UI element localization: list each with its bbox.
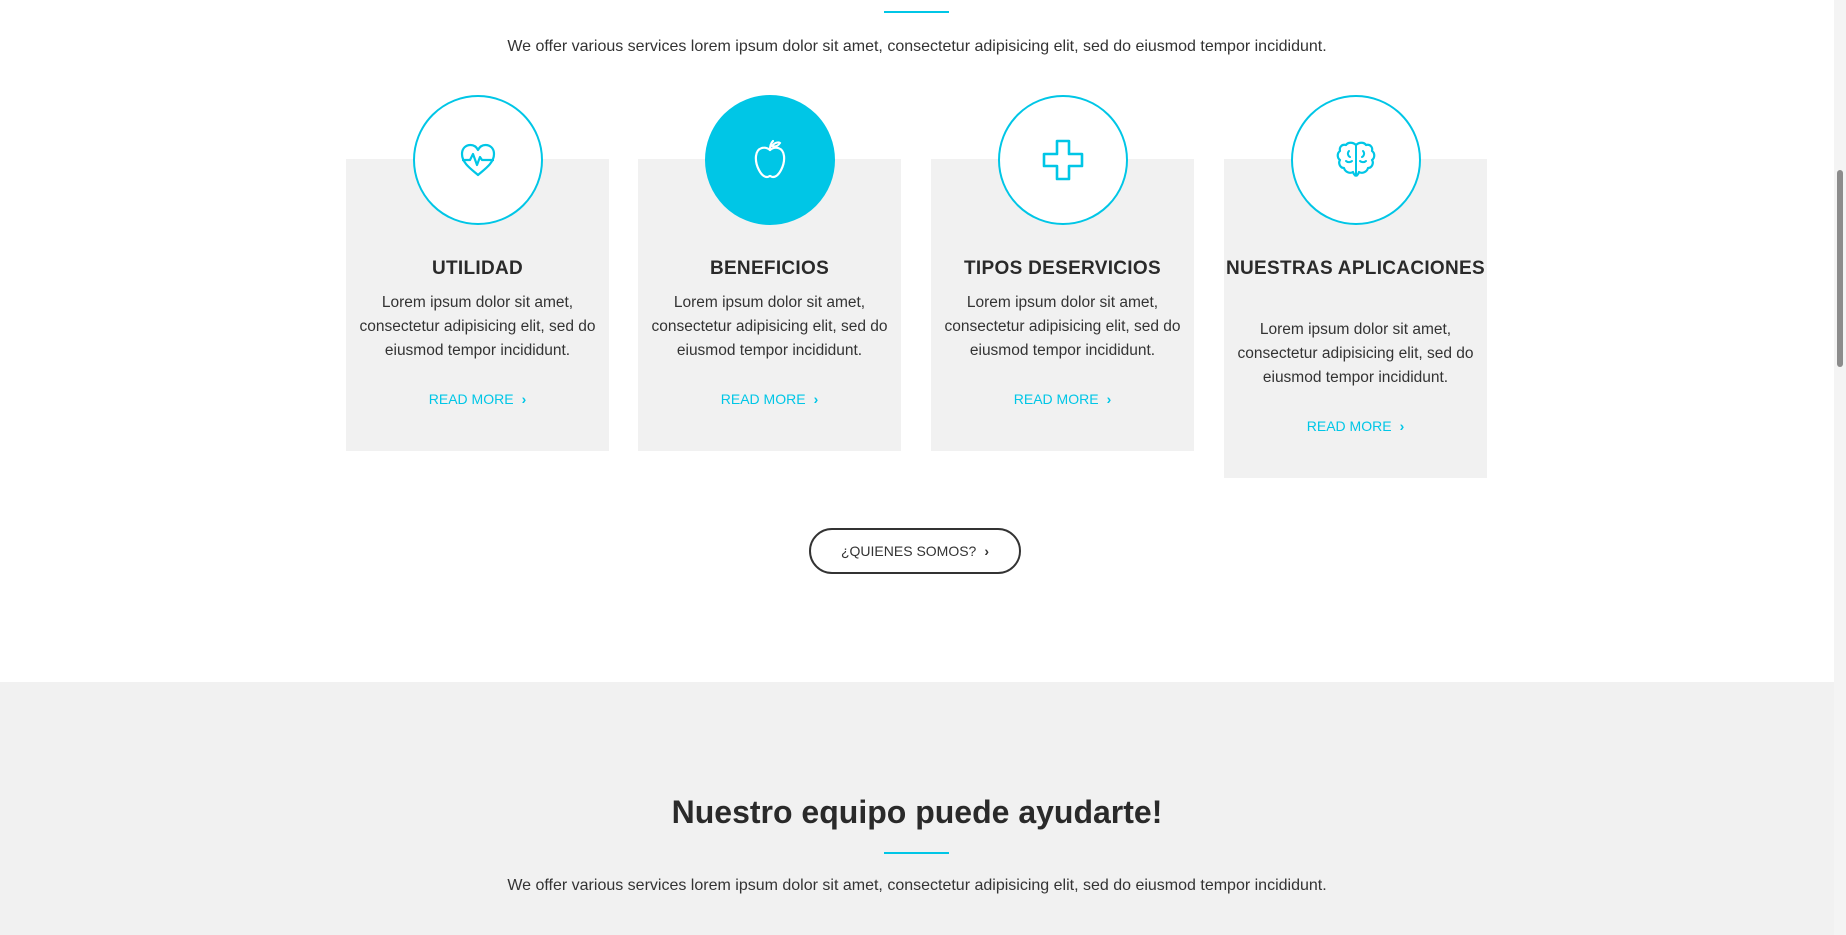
scrollbar-thumb[interactable] <box>1837 170 1843 367</box>
services-intro-text: We offer various services lorem ipsum do… <box>507 38 1327 55</box>
brain-icon-circle <box>1291 95 1421 225</box>
team-section: Nuestro equipo puede ayudarte! We offer … <box>0 682 1834 935</box>
read-more-link[interactable]: READ MORE › <box>931 391 1194 407</box>
read-more-link[interactable]: READ MORE › <box>1224 418 1487 434</box>
main-content: We offer various services lorem ipsum do… <box>0 0 1834 935</box>
about-us-label: ¿QUIENES SOMOS? <box>840 543 977 559</box>
card-title: BENEFICIOS <box>709 258 830 279</box>
section-divider <box>884 852 949 854</box>
card-text: Lorem ipsum dolor sit amet, consectetur … <box>944 294 1181 359</box>
chevron-right-icon: › <box>984 543 990 559</box>
page: We offer various services lorem ipsum do… <box>0 0 1846 935</box>
read-more-label: READ MORE <box>1013 391 1099 407</box>
read-more-label: READ MORE <box>1306 418 1392 434</box>
card-title: UTILIDAD <box>431 258 524 279</box>
heart-pulse-icon-circle <box>413 95 543 225</box>
card-text: Lorem ipsum dolor sit amet, consectetur … <box>359 294 596 359</box>
medical-cross-icon-circle <box>998 95 1128 225</box>
read-more-link[interactable]: READ MORE › <box>638 391 901 407</box>
chevron-right-icon: › <box>521 391 527 407</box>
card-text: Lorem ipsum dolor sit amet, consectetur … <box>651 294 888 359</box>
section-divider <box>884 11 949 13</box>
card-text: Lorem ipsum dolor sit amet, consectetur … <box>1237 321 1474 386</box>
brain-icon <box>1336 141 1376 177</box>
read-more-label: READ MORE <box>720 391 806 407</box>
card-title: TIPOS DESERVICIOS <box>964 258 1161 279</box>
chevron-right-icon: › <box>1106 391 1112 407</box>
about-us-button[interactable]: ¿QUIENES SOMOS? › <box>809 528 1021 574</box>
team-title: Nuestro equipo puede ayudarte! <box>671 794 1163 830</box>
read-more-link[interactable]: READ MORE › <box>346 391 609 407</box>
apple-icon <box>754 139 786 179</box>
read-more-label: READ MORE <box>428 391 514 407</box>
heart-pulse-icon <box>460 143 496 177</box>
card-title: NUESTRAS APLICACIONES <box>1226 258 1485 279</box>
chevron-right-icon: › <box>813 391 819 407</box>
apple-icon-circle <box>705 95 835 225</box>
team-intro-text: We offer various services lorem ipsum do… <box>507 877 1327 894</box>
chevron-right-icon: › <box>1399 418 1405 434</box>
medical-cross-icon <box>1042 139 1084 181</box>
vertical-scrollbar[interactable] <box>1834 0 1846 935</box>
